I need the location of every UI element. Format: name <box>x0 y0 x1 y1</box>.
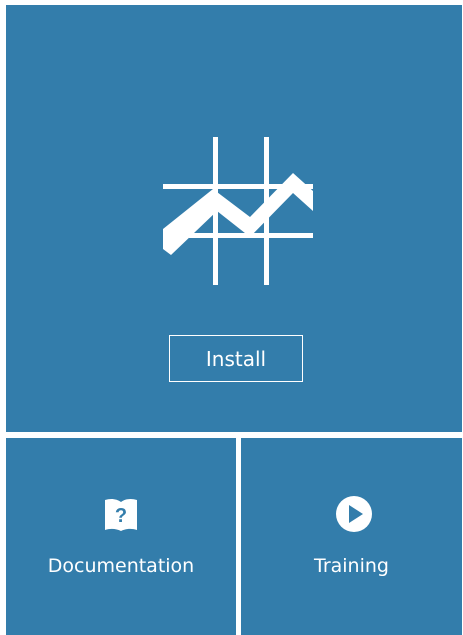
play-circle-icon <box>336 496 372 532</box>
book-question-icon: ? <box>105 498 137 531</box>
training-tile[interactable]: Training <box>241 438 462 635</box>
documentation-label: Documentation <box>47 555 195 577</box>
start-screen: Install ? Documentation Training <box>0 0 463 635</box>
chart-grid-logo-icon <box>163 137 313 285</box>
svg-text:?: ? <box>115 505 127 527</box>
documentation-tile[interactable]: ? Documentation <box>6 438 236 635</box>
install-button-label: Install <box>205 346 267 371</box>
training-label: Training <box>314 555 389 577</box>
install-button[interactable]: Install <box>169 335 303 382</box>
main-tile: Install <box>6 5 462 432</box>
